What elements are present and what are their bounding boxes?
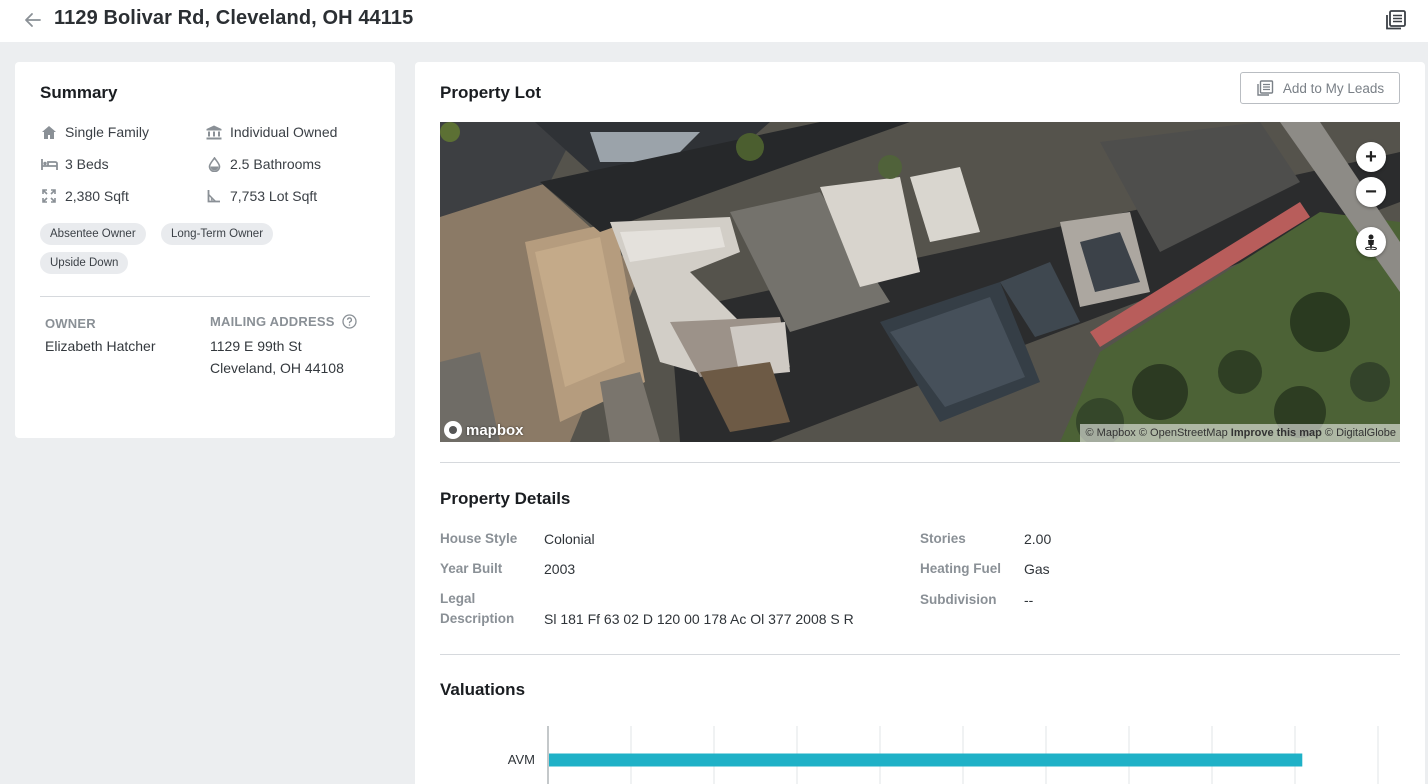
detail-label-year-built: Year Built <box>440 561 503 576</box>
mailing-address-label-row: MAILING ADDRESS <box>210 314 357 329</box>
feature-lot-sqft: 7,753 Lot Sqft <box>205 188 317 204</box>
valuations-chart: AVM <box>508 726 1379 784</box>
bed-icon <box>40 156 58 172</box>
summary-divider <box>40 296 370 297</box>
feature-label: Single Family <box>65 124 150 140</box>
tag-long-term-owner: Long-Term Owner <box>161 223 274 245</box>
expand-icon <box>40 188 58 204</box>
zoom-in-button[interactable]: + <box>1356 142 1386 172</box>
zoom-out-button[interactable]: − <box>1356 177 1386 207</box>
chart-category-label: AVM <box>508 752 535 767</box>
home-icon <box>40 124 58 140</box>
map-attribution: © Mapbox © OpenStreetMap Improve this ma… <box>1079 424 1400 442</box>
help-circle-icon[interactable] <box>341 314 357 329</box>
feature-label: 3 Beds <box>65 156 109 172</box>
detail-value-legal-description: Sl 181 Ff 63 02 D 120 00 178 Ac Ol 377 2… <box>544 611 854 627</box>
owner-name: Elizabeth Hatcher <box>45 338 156 354</box>
detail-value-year-built: 2003 <box>544 561 576 577</box>
property-main-card: Property Lot Add to My Leads + − mapbox … <box>415 62 1425 784</box>
tag-upside-down: Upside Down <box>40 252 129 274</box>
detail-value-heating-fuel: Gas <box>1024 561 1050 577</box>
detail-label-heating-fuel: Heating Fuel <box>920 561 1002 576</box>
valuations-title: Valuations <box>440 680 526 699</box>
top-bar: 1129 Bolivar Rd, Cleveland, OH 44115 <box>0 0 1428 42</box>
feature-label: 2,380 Sqft <box>65 188 129 204</box>
feature-ownership: Individual Owned <box>205 124 337 140</box>
detail-value-subdivision: -- <box>1024 592 1034 608</box>
mailing-address-line1: 1129 E 99th St <box>210 338 302 354</box>
lot-angle-icon <box>205 188 223 204</box>
leads-list-icon <box>1257 80 1274 96</box>
back-arrow-icon[interactable] <box>22 9 44 31</box>
feature-sqft: 2,380 Sqft <box>40 188 129 204</box>
improve-map-link[interactable]: Improve this map <box>1231 427 1322 439</box>
add-to-my-leads-label: Add to My Leads <box>1282 80 1385 96</box>
mapbox-logo[interactable]: mapbox <box>444 421 524 439</box>
aerial-map[interactable]: + − mapbox © Mapbox © OpenStreetMap Impr… <box>440 122 1400 442</box>
feature-label: Individual Owned <box>230 124 338 140</box>
feature-bathrooms: 2.5 Bathrooms <box>205 156 321 172</box>
mapbox-attribution-link[interactable]: © Mapbox <box>1086 427 1136 439</box>
leads-list-icon[interactable] <box>1384 8 1408 32</box>
digitalglobe-attribution-link[interactable]: © DigitalGlobe <box>1325 427 1396 439</box>
mapbox-logo-text: mapbox <box>466 421 524 439</box>
summary-card: Summary Single Family Individual Owned 3… <box>15 62 395 438</box>
feature-label: 2.5 Bathrooms <box>230 156 322 172</box>
water-drop-icon <box>205 156 223 172</box>
property-details-title: Property Details <box>440 489 571 508</box>
osm-attribution-link[interactable]: © OpenStreetMap <box>1139 427 1228 439</box>
mailing-address-label: MAILING ADDRESS <box>210 314 335 329</box>
owner-label: OWNER <box>45 316 96 331</box>
details-divider <box>440 654 1400 655</box>
add-to-my-leads-button[interactable]: Add to My Leads <box>1240 72 1400 104</box>
summary-title: Summary <box>40 83 118 102</box>
page-title: 1129 Bolivar Rd, Cleveland, OH 44115 <box>54 7 414 29</box>
street-view-pegman-icon[interactable] <box>1356 227 1386 257</box>
satellite-imagery <box>440 122 1400 442</box>
mapbox-logo-icon <box>444 421 462 439</box>
feature-label: 7,753 Lot Sqft <box>230 188 318 204</box>
detail-value-house-style: Colonial <box>544 531 595 547</box>
detail-value-stories: 2.00 <box>1024 531 1052 547</box>
property-lot-title: Property Lot <box>440 83 542 102</box>
mailing-address-line2: Cleveland, OH 44108 <box>210 360 344 376</box>
detail-label-stories: Stories <box>920 531 966 546</box>
feature-property-type: Single Family <box>40 124 149 140</box>
chart-bar-avm <box>549 753 1303 767</box>
detail-label-legal-description: Legal Description <box>440 591 515 626</box>
detail-label-subdivision: Subdivision <box>920 592 997 607</box>
feature-beds: 3 Beds <box>40 156 109 172</box>
map-divider <box>440 462 1400 463</box>
detail-label-house-style: House Style <box>440 531 518 546</box>
bank-icon <box>205 124 223 140</box>
tag-absentee-owner: Absentee Owner <box>40 223 146 245</box>
